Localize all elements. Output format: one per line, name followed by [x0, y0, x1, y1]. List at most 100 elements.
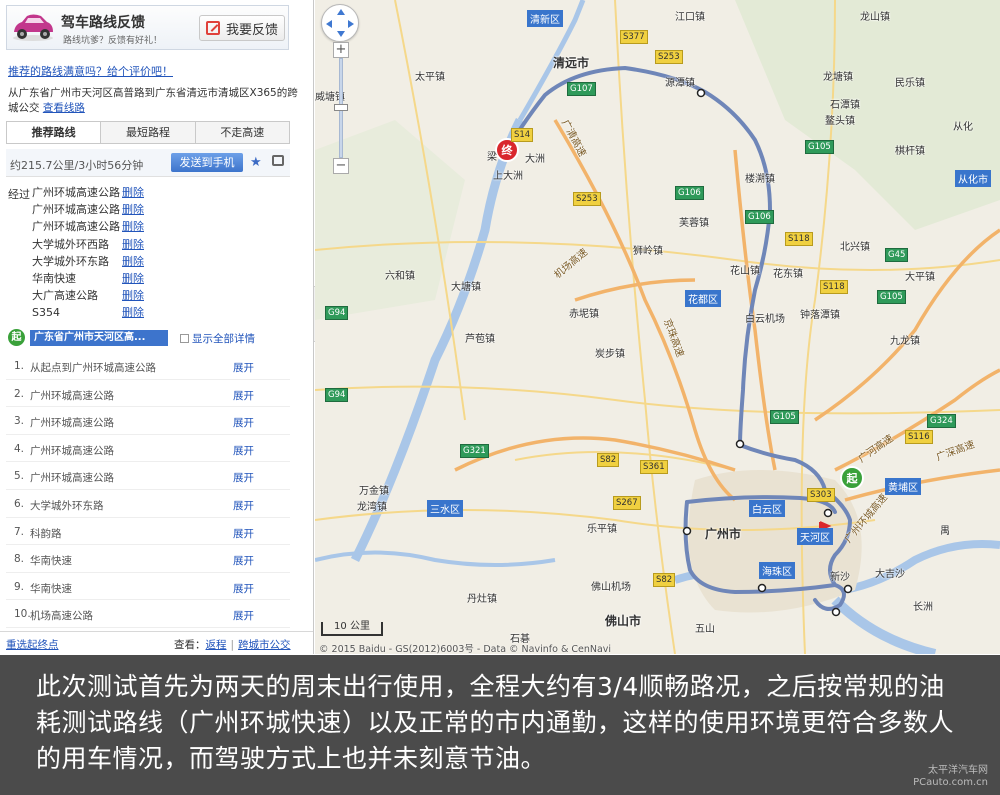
district-label: 花都区: [685, 290, 721, 307]
zoom-control: + −: [333, 42, 349, 176]
pan-control[interactable]: [321, 4, 359, 42]
road-shield: G106: [745, 210, 774, 224]
route-type-tabs: 推荐路线 最短路程 不走高速: [6, 121, 290, 144]
expand-step-link[interactable]: 展开: [233, 470, 254, 485]
route-step[interactable]: 8. 华南快速 展开: [6, 545, 290, 573]
send-to-phone-button[interactable]: 发送到手机: [171, 153, 243, 172]
map-view[interactable]: 终 起 清新区 清远市 花都区 白云区 天河区 海珠区 黄埔区 三水区 广州市 佛山市 从化市 龙山镇…: [315, 0, 1000, 654]
tab-no-highway[interactable]: 不走高速: [195, 122, 289, 143]
step-text: 从起点到广州环城高速公路: [30, 362, 156, 374]
road-shield: G105: [770, 410, 799, 424]
road-shield: S82: [597, 453, 620, 467]
route-step[interactable]: 2. 广州环城高速公路 展开: [6, 380, 290, 408]
step-number: 2.: [14, 387, 25, 400]
start-point-label[interactable]: 广东省广州市天河区高...: [30, 330, 168, 346]
zoom-slider-handle[interactable]: [334, 104, 348, 111]
route-step[interactable]: 1. 从起点到广州环城高速公路 展开: [6, 352, 290, 380]
step-text: 广州环城高速公路: [30, 389, 114, 402]
delete-via-link[interactable]: 删除: [122, 255, 144, 268]
print-icon[interactable]: [272, 155, 284, 166]
pan-up-icon[interactable]: [337, 9, 345, 15]
road-shield: G321: [460, 444, 489, 458]
route-step[interactable]: 9. 华南快速 展开: [6, 573, 290, 601]
tab-recommended[interactable]: 推荐路线: [7, 122, 102, 143]
show-all-checkbox[interactable]: [180, 334, 189, 343]
feedback-button[interactable]: 我要反馈: [199, 15, 285, 41]
town-label: 白云机场: [745, 314, 785, 325]
banner-title: 驾车路线反馈: [61, 15, 145, 31]
show-all-details[interactable]: 显示全部详情: [180, 331, 255, 346]
reselect-endpoints-link[interactable]: 重选起终点: [6, 637, 59, 652]
star-icon[interactable]: ★: [250, 155, 262, 170]
expand-step-link[interactable]: 展开: [233, 553, 254, 568]
road-shield: S118: [820, 280, 848, 294]
district-label: 三水区: [427, 500, 463, 517]
start-point-row: 起 广东省广州市天河区高... 显示全部详情: [8, 329, 308, 347]
delete-via-link[interactable]: 删除: [122, 220, 144, 233]
route-step[interactable]: 6. 大学城外环东路 展开: [6, 490, 290, 518]
delete-via-link[interactable]: 删除: [122, 272, 144, 285]
road-shield: G107: [567, 82, 596, 96]
road-shield: G45: [885, 248, 909, 262]
via-road-name: 大学城外环东路: [32, 254, 109, 268]
map-copyright: © 2015 Baidu - GS(2012)6003号 - Data © Na…: [319, 644, 612, 654]
road-shield: S253: [573, 192, 601, 206]
town-label: 大吉沙: [875, 569, 905, 580]
town-label: 丹灶镇: [467, 594, 497, 605]
town-label: 大洲: [525, 154, 545, 165]
delete-via-link[interactable]: 删除: [122, 306, 144, 319]
delete-via-link[interactable]: 删除: [122, 203, 144, 216]
map-canvas: 终 起: [315, 0, 1000, 654]
route-step[interactable]: 10. 机场高速公路 展开: [6, 600, 290, 628]
zoom-out-button[interactable]: −: [333, 158, 349, 174]
expand-step-link[interactable]: 展开: [233, 526, 254, 541]
pan-right-icon[interactable]: [348, 20, 354, 28]
delete-via-link[interactable]: 删除: [122, 238, 144, 251]
rate-route-link[interactable]: 推荐的路线满意吗？给个评价吧！: [8, 63, 173, 79]
expand-step-link[interactable]: 展开: [233, 608, 254, 623]
feedback-banner: 驾车路线反馈 路线坑爹？反馈有好礼！ 我要反馈: [6, 5, 289, 50]
expand-step-link[interactable]: 展开: [233, 443, 254, 458]
start-badge: 起: [8, 329, 25, 346]
route-step[interactable]: 3. 广州环城高速公路 展开: [6, 407, 290, 435]
distance-time: 约215.7公里/3小时56分钟: [10, 159, 144, 172]
end-marker[interactable]: 终: [495, 138, 519, 162]
start-marker[interactable]: 起: [840, 466, 864, 490]
view-route-link[interactable]: 查看线路: [43, 102, 85, 114]
delete-via-link[interactable]: 删除: [122, 289, 144, 302]
step-number: 10.: [14, 608, 31, 621]
town-label: 赤坭镇: [569, 309, 599, 320]
road-shield: G106: [675, 186, 704, 200]
town-label: 乐平镇: [587, 524, 617, 535]
via-road-item: 广州环城高速公路 删除: [32, 186, 144, 200]
delete-via-link[interactable]: 删除: [122, 186, 144, 199]
expand-step-link[interactable]: 展开: [233, 498, 254, 513]
route-step[interactable]: 5. 广州环城高速公路 展开: [6, 462, 290, 490]
return-trip-link[interactable]: 返程: [206, 639, 227, 651]
zoom-in-button[interactable]: +: [333, 42, 349, 58]
road-shield: G105: [877, 290, 906, 304]
town-label: 大塘镇: [451, 282, 481, 293]
town-label: 龙山镇: [860, 12, 890, 23]
step-text: 机场高速公路: [30, 610, 93, 623]
pan-left-icon[interactable]: [326, 20, 332, 28]
expand-step-link[interactable]: 展开: [233, 581, 254, 596]
expand-step-link[interactable]: 展开: [233, 388, 254, 403]
route-step[interactable]: 7. 科韵路 展开: [6, 518, 290, 546]
pan-down-icon[interactable]: [337, 31, 345, 37]
road-shield: S377: [620, 30, 648, 44]
panel-footer: 重选起终点 查看：返程 | 跨城市公交: [0, 631, 313, 654]
via-road-name: 大广高速公路: [32, 289, 98, 303]
town-label: 上大洲: [493, 171, 523, 182]
expand-step-link[interactable]: 展开: [233, 360, 254, 375]
tab-shortest[interactable]: 最短路程: [101, 122, 196, 143]
step-text: 华南快速: [30, 582, 72, 595]
expand-step-link[interactable]: 展开: [233, 415, 254, 430]
road-shield: S118: [785, 232, 813, 246]
town-label: 鳌头镇: [825, 116, 855, 127]
cross-city-bus-link[interactable]: 跨城市公交: [238, 639, 291, 651]
map-scale: 10 公里: [321, 622, 383, 636]
city-label: 广州市: [705, 527, 742, 541]
route-step[interactable]: 4. 广州环城高速公路 展开: [6, 435, 290, 463]
town-label: 佛山机场: [591, 582, 631, 593]
